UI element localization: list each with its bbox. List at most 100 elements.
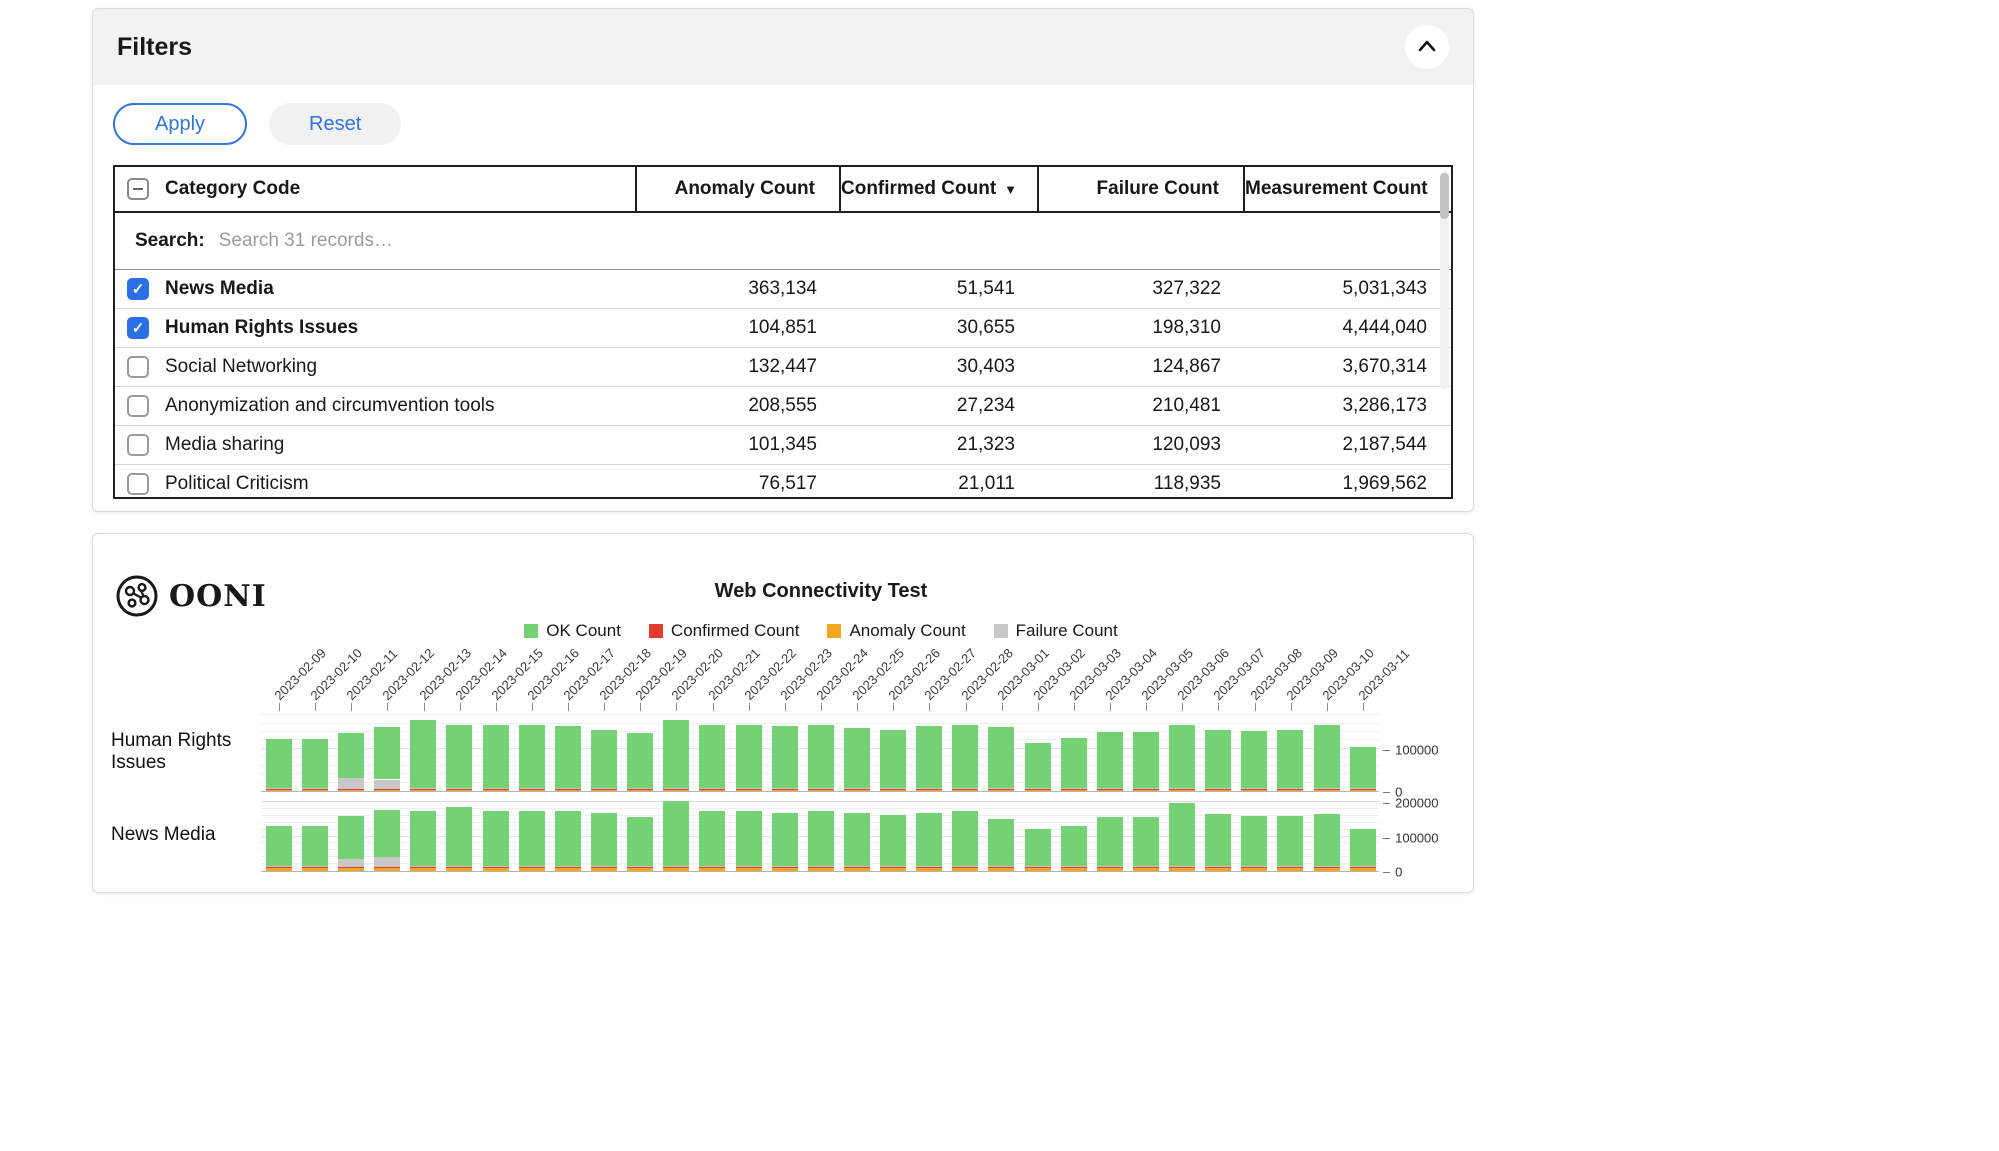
bar-segment-confirmed[interactable] xyxy=(1061,867,1087,868)
bar-segment-anomaly[interactable] xyxy=(1314,790,1340,791)
bar-segment-anomaly[interactable] xyxy=(374,790,400,791)
bar-segment-ok[interactable] xyxy=(1205,814,1231,866)
bar-segment-confirmed[interactable] xyxy=(988,789,1014,790)
bar-segment-ok[interactable] xyxy=(699,811,725,866)
bar-segment-anomaly[interactable] xyxy=(736,790,762,791)
bar-segment-failure[interactable] xyxy=(483,866,509,867)
bar-segment-anomaly[interactable] xyxy=(483,868,509,871)
bar-segment-confirmed[interactable] xyxy=(1241,867,1267,868)
bar-segment-ok[interactable] xyxy=(736,725,762,788)
bar-segment-ok[interactable] xyxy=(1025,743,1051,788)
bar-segment-failure[interactable] xyxy=(1133,866,1159,867)
search-input[interactable] xyxy=(217,229,1431,253)
row-checkbox[interactable]: ✓ xyxy=(127,317,149,339)
bar-segment-ok[interactable] xyxy=(1277,816,1303,867)
bar-segment-confirmed[interactable] xyxy=(1205,867,1231,868)
bar-segment-anomaly[interactable] xyxy=(483,790,509,791)
bar-segment-failure[interactable] xyxy=(736,866,762,867)
table-row[interactable]: Anonymization and circumvention tools208… xyxy=(115,387,1451,426)
bar-segment-ok[interactable] xyxy=(338,733,364,778)
bar-segment-anomaly[interactable] xyxy=(699,868,725,871)
bar-segment-failure[interactable] xyxy=(916,866,942,867)
bar-segment-confirmed[interactable] xyxy=(483,867,509,868)
bar-segment-confirmed[interactable] xyxy=(1350,789,1376,790)
bar-segment-confirmed[interactable] xyxy=(483,789,509,790)
table-row[interactable]: ✓Human Rights Issues104,85130,655198,310… xyxy=(115,309,1451,348)
bar-segment-anomaly[interactable] xyxy=(663,868,689,871)
bar-segment-anomaly[interactable] xyxy=(302,790,328,791)
bar-segment-ok[interactable] xyxy=(844,813,870,866)
bar-segment-anomaly[interactable] xyxy=(988,790,1014,791)
bar-segment-ok[interactable] xyxy=(916,726,942,787)
bar-segment-confirmed[interactable] xyxy=(1133,867,1159,868)
bar-segment-ok[interactable] xyxy=(374,810,400,856)
table-row[interactable]: Media sharing101,34521,323120,0932,187,5… xyxy=(115,426,1451,465)
bar-segment-ok[interactable] xyxy=(302,826,328,866)
bar-segment-ok[interactable] xyxy=(1097,732,1123,788)
row-checkbox[interactable] xyxy=(127,395,149,417)
bar-segment-failure[interactable] xyxy=(880,788,906,789)
bar-segment-confirmed[interactable] xyxy=(699,867,725,868)
bar-segment-ok[interactable] xyxy=(699,725,725,787)
bar-segment-failure[interactable] xyxy=(1025,788,1051,789)
bar-segment-ok[interactable] xyxy=(1205,730,1231,788)
bar-segment-confirmed[interactable] xyxy=(410,867,436,868)
bar-segment-confirmed[interactable] xyxy=(374,867,400,868)
bar-segment-anomaly[interactable] xyxy=(374,868,400,871)
bar-segment-failure[interactable] xyxy=(1350,788,1376,789)
bar-segment-confirmed[interactable] xyxy=(1169,867,1195,868)
bar-segment-anomaly[interactable] xyxy=(952,868,978,871)
bar-segment-failure[interactable] xyxy=(808,788,834,789)
bar-segment-failure[interactable] xyxy=(410,788,436,789)
bar-segment-ok[interactable] xyxy=(1241,816,1267,867)
bar-segment-ok[interactable] xyxy=(1241,731,1267,787)
bar-segment-failure[interactable] xyxy=(302,866,328,867)
bar-segment-ok[interactable] xyxy=(302,739,328,787)
bar-segment-anomaly[interactable] xyxy=(772,790,798,791)
bar-segment-anomaly[interactable] xyxy=(1241,790,1267,791)
bar-segment-failure[interactable] xyxy=(1061,866,1087,867)
bar-segment-failure[interactable] xyxy=(952,866,978,867)
bar-segment-ok[interactable] xyxy=(483,725,509,788)
bar-segment-failure[interactable] xyxy=(338,859,364,868)
bar-segment-anomaly[interactable] xyxy=(808,790,834,791)
bar-segment-ok[interactable] xyxy=(663,720,689,788)
bar-segment-failure[interactable] xyxy=(1241,788,1267,789)
bar-segment-ok[interactable] xyxy=(627,817,653,867)
bar-segment-failure[interactable] xyxy=(988,866,1014,867)
bar-segment-anomaly[interactable] xyxy=(1169,868,1195,871)
bar-segment-ok[interactable] xyxy=(1097,817,1123,866)
bar-segment-anomaly[interactable] xyxy=(1277,868,1303,871)
bar-segment-confirmed[interactable] xyxy=(302,867,328,868)
bar-segment-confirmed[interactable] xyxy=(591,867,617,868)
bar-segment-anomaly[interactable] xyxy=(410,868,436,871)
bar-segment-anomaly[interactable] xyxy=(1097,790,1123,791)
bar-segment-confirmed[interactable] xyxy=(952,867,978,868)
row-checkbox[interactable] xyxy=(127,356,149,378)
apply-button[interactable]: Apply xyxy=(113,103,247,145)
bar-segment-confirmed[interactable] xyxy=(555,867,581,868)
bar-segment-confirmed[interactable] xyxy=(808,867,834,868)
bar-segment-failure[interactable] xyxy=(266,788,292,789)
bar-segment-confirmed[interactable] xyxy=(1097,867,1123,868)
bar-segment-confirmed[interactable] xyxy=(591,789,617,790)
bar-segment-failure[interactable] xyxy=(880,866,906,867)
bar-segment-anomaly[interactable] xyxy=(338,868,364,871)
bar-segment-anomaly[interactable] xyxy=(916,868,942,871)
bar-segment-anomaly[interactable] xyxy=(1350,868,1376,871)
bar-segment-failure[interactable] xyxy=(699,866,725,867)
column-anomaly-count[interactable]: Anomaly Count xyxy=(637,167,841,211)
bar-segment-failure[interactable] xyxy=(483,788,509,789)
bar-segment-failure[interactable] xyxy=(627,788,653,789)
bar-segment-failure[interactable] xyxy=(1277,866,1303,867)
bar-segment-failure[interactable] xyxy=(1241,866,1267,867)
bar-segment-confirmed[interactable] xyxy=(880,789,906,790)
bar-segment-anomaly[interactable] xyxy=(772,868,798,871)
bar-segment-ok[interactable] xyxy=(266,826,292,867)
bar-segment-anomaly[interactable] xyxy=(952,790,978,791)
bar-segment-anomaly[interactable] xyxy=(266,790,292,791)
bar-segment-failure[interactable] xyxy=(1025,866,1051,867)
bar-segment-confirmed[interactable] xyxy=(699,789,725,790)
bar-segment-ok[interactable] xyxy=(1350,747,1376,788)
bar-segment-confirmed[interactable] xyxy=(627,789,653,790)
